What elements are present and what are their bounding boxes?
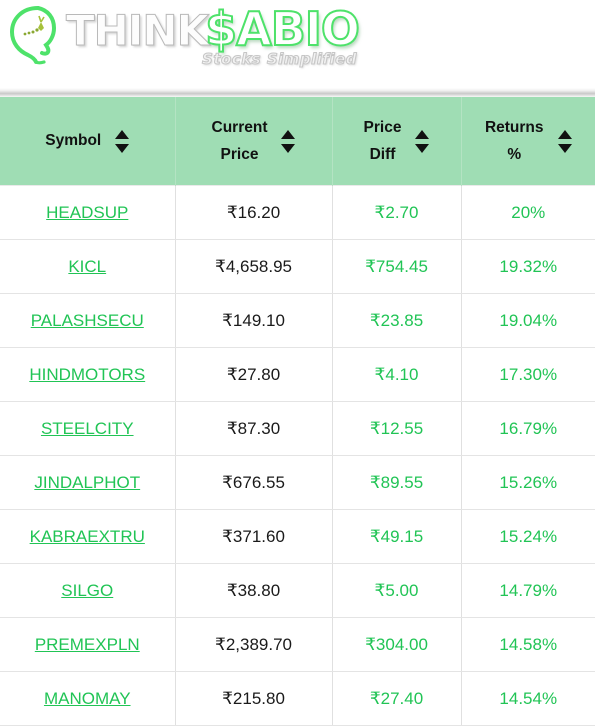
sort-ascending-icon[interactable]	[415, 129, 430, 139]
sort-descending-icon[interactable]	[557, 143, 572, 153]
cell-symbol: MANOMAY	[0, 671, 175, 726]
cell-price-diff: ₹23.85	[331, 293, 461, 348]
symbol-link[interactable]: MANOMAY	[44, 689, 131, 708]
column-header-symbol[interactable]: Symbol	[0, 97, 175, 186]
cell-symbol: STEELCITY	[0, 401, 175, 456]
table-row: KABRAEXTRU ₹371.60 ₹49.15 15.24%	[0, 509, 595, 564]
cell-price-diff: ₹89.55	[331, 455, 461, 510]
cell-returns: 16.79%	[460, 401, 595, 456]
table-body: HEADSUP ₹16.20 ₹2.70 20% KICL ₹4,658.95 ₹754.4…	[0, 185, 595, 726]
symbol-link[interactable]: KICL	[68, 257, 106, 276]
cell-current-price: ₹38.80	[174, 563, 332, 618]
cell-symbol: JINDALPHOT	[0, 455, 175, 510]
thinksabio-head-logo-icon	[8, 4, 64, 66]
symbol-link[interactable]: STEELCITY	[41, 419, 134, 438]
sort-descending-icon[interactable]	[115, 143, 130, 153]
symbol-link[interactable]: JINDALPHOT	[34, 473, 140, 492]
cell-symbol: HEADSUP	[0, 185, 175, 240]
header-divider	[0, 88, 595, 97]
sort-control-price-diff[interactable]	[415, 129, 430, 153]
cell-symbol: HINDMOTORS	[0, 347, 175, 402]
cell-price-diff: ₹5.00	[331, 563, 461, 618]
table-row: MANOMAY ₹215.80 ₹27.40 14.54%	[0, 671, 595, 726]
cell-current-price: ₹87.30	[174, 401, 332, 456]
cell-symbol: SILGO	[0, 563, 175, 618]
sort-descending-icon[interactable]	[415, 143, 430, 153]
cell-price-diff: ₹754.45	[331, 239, 461, 294]
cell-symbol: PREMEXPLN	[0, 617, 175, 672]
table-header-row: Symbol Current Price Price Diff Returns …	[0, 97, 595, 186]
sort-descending-icon[interactable]	[281, 143, 296, 153]
symbol-link[interactable]: HINDMOTORS	[29, 365, 145, 384]
column-header-price-diff[interactable]: Price Diff	[331, 97, 461, 186]
symbol-link[interactable]: SILGO	[61, 581, 113, 600]
sort-control-returns[interactable]	[557, 129, 572, 153]
table-row: STEELCITY ₹87.30 ₹12.55 16.79%	[0, 401, 595, 456]
cell-price-diff: ₹49.15	[331, 509, 461, 564]
column-header-current-price-label: Current Price	[211, 118, 268, 163]
cell-current-price: ₹371.60	[174, 509, 332, 564]
table-row: KICL ₹4,658.95 ₹754.45 19.32%	[0, 239, 595, 294]
brand-name-sabio: $ABIO	[204, 2, 361, 56]
table-row: SILGO ₹38.80 ₹5.00 14.79%	[0, 563, 595, 618]
cell-returns: 14.54%	[460, 671, 595, 726]
cell-price-diff: ₹4.10	[331, 347, 461, 402]
table-row: JINDALPHOT ₹676.55 ₹89.55 15.26%	[0, 455, 595, 510]
brand-name-think: THINK	[65, 6, 209, 55]
brand-tagline: Stocks Simplified	[202, 50, 358, 69]
table-header: Symbol Current Price Price Diff Returns …	[0, 97, 595, 186]
table-row: HEADSUP ₹16.20 ₹2.70 20%	[0, 185, 595, 240]
cell-returns: 14.79%	[460, 563, 595, 618]
cell-returns: 15.24%	[460, 509, 595, 564]
sort-ascending-icon[interactable]	[115, 129, 130, 139]
cell-current-price: ₹149.10	[174, 293, 332, 348]
top-gainers-table: Symbol Current Price Price Diff Returns …	[0, 97, 595, 726]
symbol-link[interactable]: KABRAEXTRU	[30, 527, 145, 546]
cell-current-price: ₹215.80	[174, 671, 332, 726]
symbol-link[interactable]: PREMEXPLN	[35, 635, 140, 654]
column-header-returns-label: Returns %	[484, 118, 544, 163]
column-header-price-diff-label: Price Diff	[363, 118, 402, 163]
cell-price-diff: ₹27.40	[331, 671, 461, 726]
cell-price-diff: ₹2.70	[331, 185, 461, 240]
sort-ascending-icon[interactable]	[281, 129, 296, 139]
cell-symbol: KABRAEXTRU	[0, 509, 175, 564]
sort-ascending-icon[interactable]	[557, 129, 572, 139]
cell-symbol: PALASHSECU	[0, 293, 175, 348]
top-gainers-table-container: Symbol Current Price Price Diff Returns …	[0, 97, 595, 726]
cell-current-price: ₹4,658.95	[174, 239, 332, 294]
cell-symbol: KICL	[0, 239, 175, 294]
brand-header: THINK $ABIO Stocks Simplified	[0, 0, 595, 88]
cell-current-price: ₹16.20	[174, 185, 332, 240]
table-row: PREMEXPLN ₹2,389.70 ₹304.00 14.58%	[0, 617, 595, 672]
table-row: HINDMOTORS ₹27.80 ₹4.10 17.30%	[0, 347, 595, 402]
cell-returns: 14.58%	[460, 617, 595, 672]
cell-price-diff: ₹304.00	[331, 617, 461, 672]
cell-returns: 17.30%	[460, 347, 595, 402]
sort-control-symbol[interactable]	[115, 129, 130, 153]
column-header-returns[interactable]: Returns %	[460, 97, 595, 186]
cell-current-price: ₹676.55	[174, 455, 332, 510]
column-header-symbol-label: Symbol	[45, 132, 102, 150]
brand-logo[interactable]: THINK $ABIO Stocks Simplified	[8, 2, 361, 69]
column-header-current-price[interactable]: Current Price	[174, 97, 332, 186]
cell-price-diff: ₹12.55	[331, 401, 461, 456]
cell-returns: 20%	[460, 185, 595, 240]
cell-returns: 15.26%	[460, 455, 595, 510]
cell-returns: 19.04%	[460, 293, 595, 348]
cell-current-price: ₹2,389.70	[174, 617, 332, 672]
sort-control-current-price[interactable]	[281, 129, 296, 153]
cell-current-price: ₹27.80	[174, 347, 332, 402]
table-row: PALASHSECU ₹149.10 ₹23.85 19.04%	[0, 293, 595, 348]
symbol-link[interactable]: HEADSUP	[46, 203, 128, 222]
brand-wordmark: THINK $ABIO Stocks Simplified	[65, 2, 361, 69]
symbol-link[interactable]: PALASHSECU	[31, 311, 144, 330]
cell-returns: 19.32%	[460, 239, 595, 294]
